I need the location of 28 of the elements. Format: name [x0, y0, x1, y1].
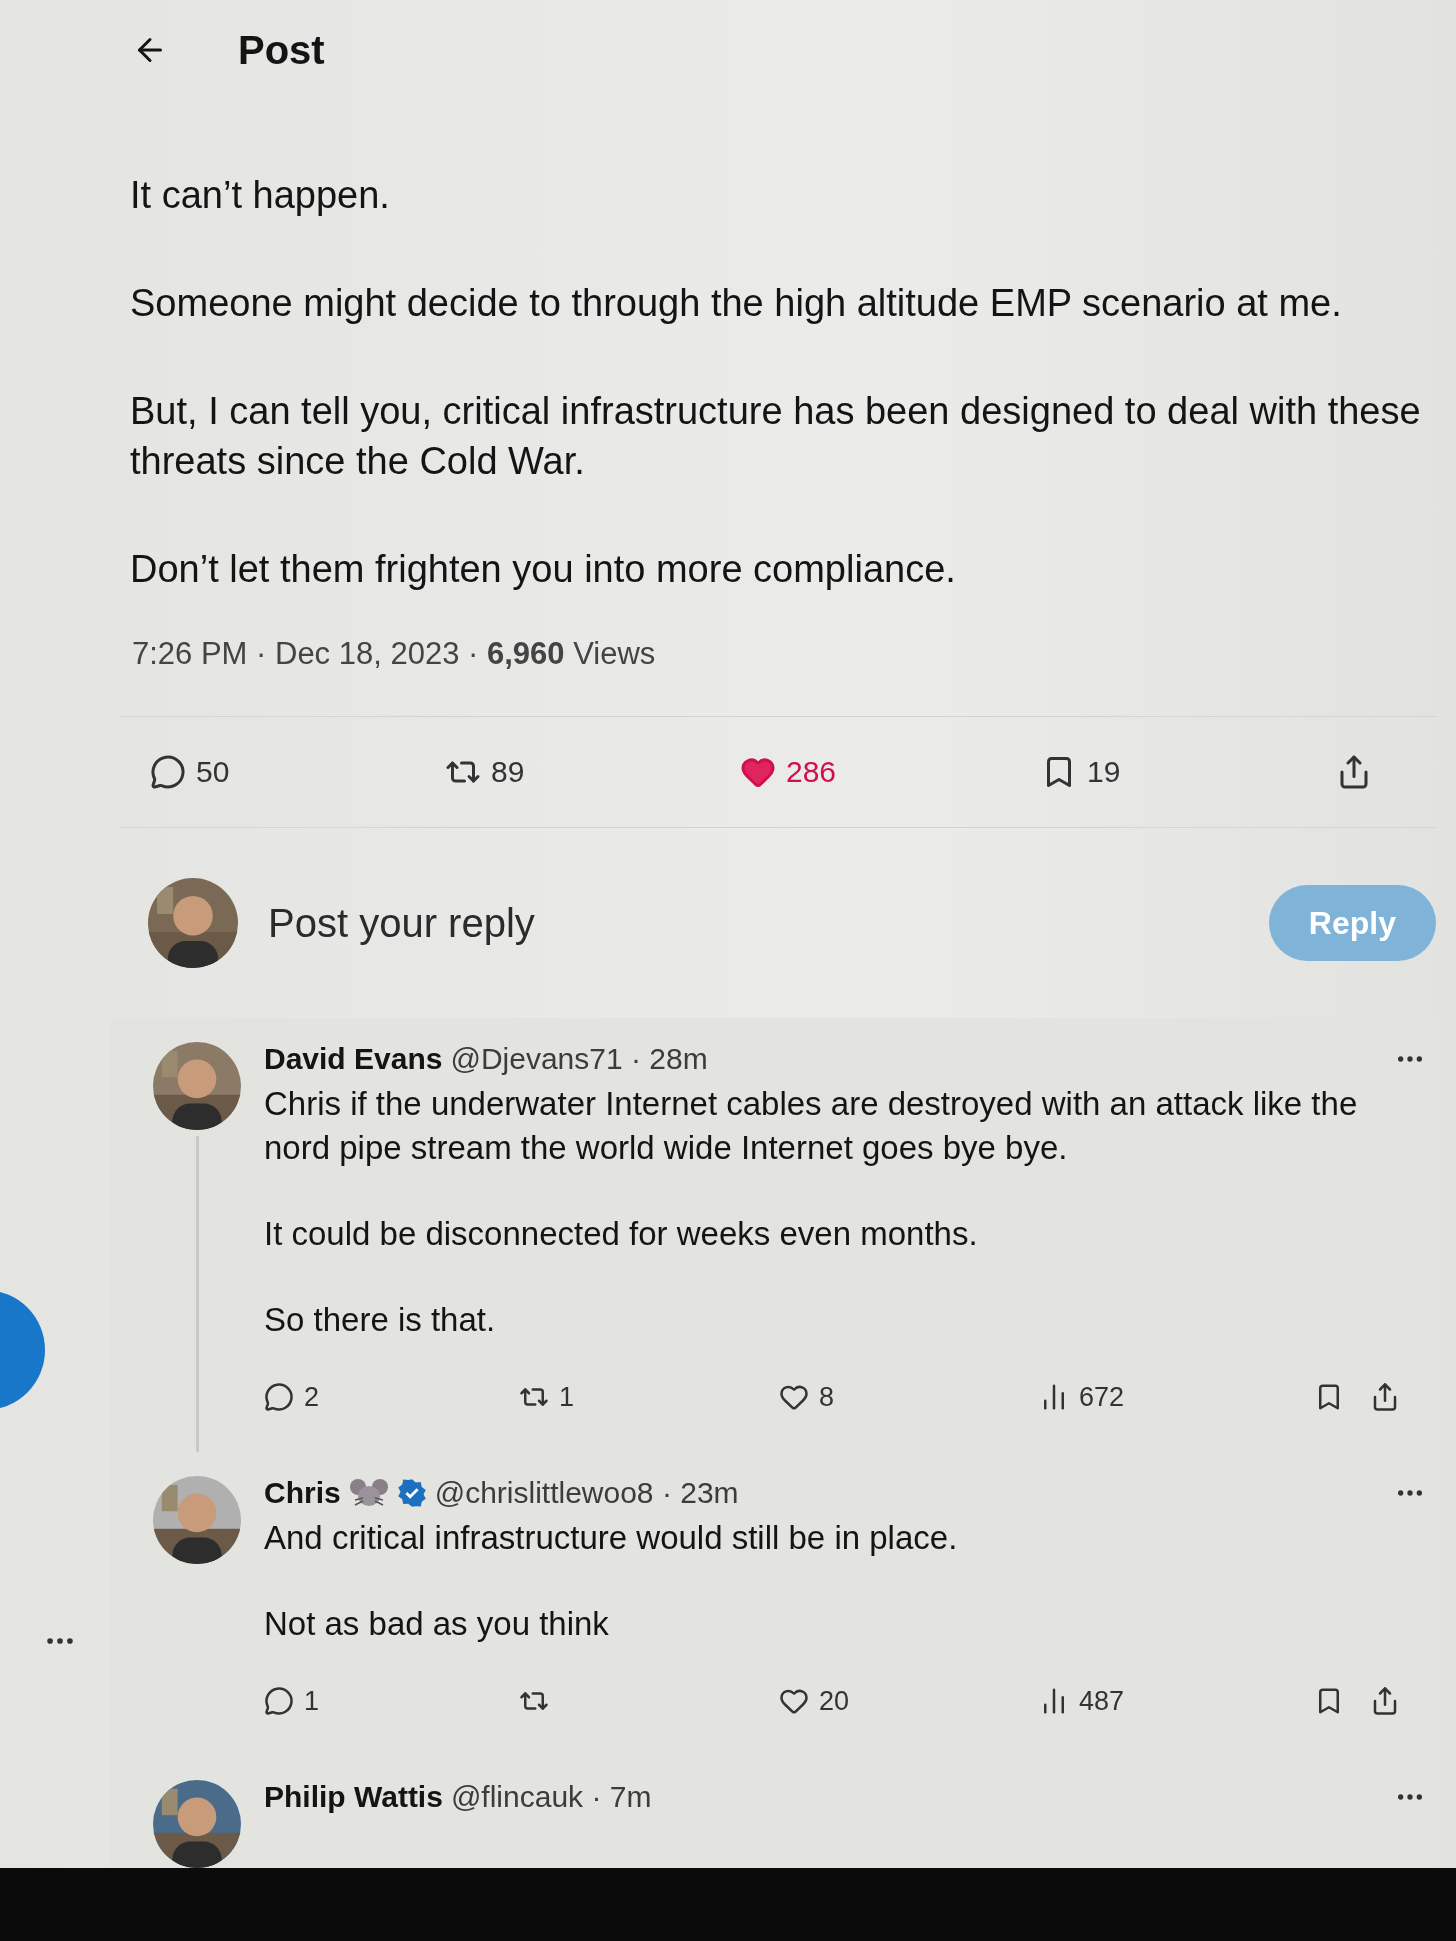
repost-button[interactable]: 1 — [519, 1381, 779, 1413]
reply-text: So there is that. — [264, 1300, 497, 1340]
author-name: Chris — [264, 1476, 341, 1510]
views-button[interactable]: 672 — [1039, 1381, 1314, 1413]
post-text: Someone might decide to through the high altitude EMP scenario at me. — [130, 281, 1343, 326]
page-title: Post — [238, 27, 325, 73]
post-meta: 7:26 PM · Dec 18, 2023 · 6,960 Views — [132, 636, 657, 672]
like-button[interactable]: 286 — [739, 754, 837, 790]
author-name: David Evans — [264, 1042, 443, 1076]
post-text: It can’t happen. — [130, 173, 391, 218]
like-button[interactable]: 8 — [779, 1381, 1039, 1413]
bookmark-button[interactable]: 19 — [1041, 754, 1131, 790]
views-button[interactable]: 487 — [1039, 1685, 1314, 1717]
author-handle: @Djevans71 · 28m — [450, 1042, 708, 1076]
reply-text: Chris if the underwater Internet cables are destroyed with an attack like the nord pipe stream the world wide Internet goes bye bye. — [264, 1084, 1359, 1168]
author-handle: @flincauk · 7m — [450, 1780, 652, 1814]
reply-text: Not as bad as you think — [264, 1604, 610, 1644]
repost-button[interactable]: 89 — [445, 754, 535, 790]
reply-button[interactable]: 2 — [264, 1381, 519, 1413]
author-name: Philip Wattis — [264, 1780, 443, 1814]
author-handle: @chrislittlewoo8 · 23m — [434, 1476, 739, 1510]
reply-button[interactable]: 1 — [264, 1685, 519, 1717]
like-button[interactable]: 20 — [779, 1685, 1039, 1717]
post-text: But, I can tell you, critical infrastructure has been designed to deal with these threats since the Cold War. — [130, 389, 1422, 484]
reply-button[interactable]: 50 — [150, 754, 240, 790]
reply-text: It could be disconnected for weeks even months. — [264, 1214, 979, 1254]
reply-text: And critical infrastructure would still be in place. — [264, 1518, 959, 1558]
post-text: Don’t let them frighten you into more compliance. — [130, 547, 957, 592]
